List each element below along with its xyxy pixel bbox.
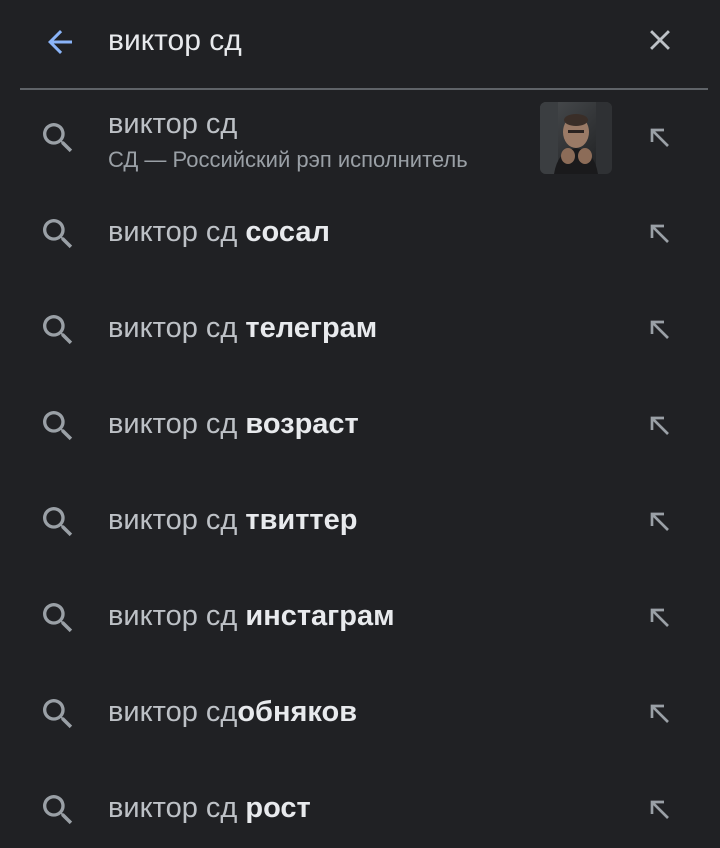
suggestion-list: виктор сд СД — Российский рэп исполнител…	[0, 90, 720, 848]
suggestion-text: виктор сд твиттер	[108, 500, 357, 540]
suggestion-completion: инстаграм	[245, 600, 395, 632]
suggestion-item[interactable]: виктор сд рост	[0, 762, 720, 848]
suggestion-query: виктор сд	[108, 216, 246, 248]
fill-query-button[interactable]	[640, 118, 680, 158]
suggestion-text: виктор сд телеграм	[108, 308, 377, 348]
suggestion-item[interactable]: виктор сд инстаграм	[0, 570, 720, 666]
arrow-up-left-icon	[650, 512, 669, 531]
arrow-up-left-icon	[650, 704, 669, 723]
search-icon	[43, 219, 73, 249]
suggestion-item[interactable]: виктор сд СД — Российский рэп исполнител…	[0, 90, 720, 186]
entity-thumbnail	[540, 102, 612, 174]
suggestion-query: виктор сд	[108, 312, 246, 344]
suggestion-text: виктор сд возраст	[108, 404, 359, 444]
search-icon	[43, 699, 73, 729]
suggestion-completion: обняков	[237, 696, 358, 728]
clear-button[interactable]	[638, 18, 682, 62]
suggestion-item[interactable]: виктор сд телеграм	[0, 282, 720, 378]
search-icon	[43, 123, 73, 153]
fill-query-button[interactable]	[640, 790, 680, 830]
suggestion-query: виктор сд	[108, 408, 246, 440]
suggestion-query: виктор сд	[108, 504, 246, 536]
fill-query-button[interactable]	[640, 310, 680, 350]
search-icon	[43, 315, 73, 345]
suggestion-completion: твиттер	[245, 504, 358, 536]
arrow-up-left-icon	[650, 608, 669, 627]
suggestion-completion: телеграм	[245, 312, 378, 344]
back-button[interactable]	[38, 20, 82, 64]
suggestion-completion: сосал	[245, 216, 330, 248]
suggestion-text: виктор сд сосал	[108, 212, 330, 252]
arrow-up-left-icon	[650, 800, 669, 819]
fill-query-button[interactable]	[640, 406, 680, 446]
search-icon	[43, 507, 73, 537]
search-icon	[43, 795, 73, 825]
suggestion-text: виктор сд инстаграм	[108, 596, 395, 636]
suggestion-completion: возраст	[245, 408, 359, 440]
search-bar	[0, 0, 720, 88]
search-icon	[43, 603, 73, 633]
suggestion-subtitle: СД — Российский рэп исполнитель	[108, 147, 468, 172]
fill-query-button[interactable]	[640, 598, 680, 638]
suggestion-text: виктор сд	[108, 104, 237, 144]
fill-query-button[interactable]	[640, 502, 680, 542]
arrow-up-left-icon	[650, 416, 669, 435]
search-suggestions-screen: виктор сд СД — Российский рэп исполнител…	[0, 0, 720, 848]
arrow-up-left-icon	[650, 224, 669, 243]
fill-query-button[interactable]	[640, 694, 680, 734]
suggestion-text: виктор сд рост	[108, 788, 311, 828]
suggestion-query: виктор сд	[108, 600, 246, 632]
search-icon	[43, 411, 73, 441]
close-icon	[650, 30, 670, 50]
suggestion-item[interactable]: виктор сд твиттер	[0, 474, 720, 570]
search-input[interactable]	[108, 18, 608, 64]
suggestion-query: виктор сд	[108, 696, 238, 728]
suggestion-query: виктор сд	[108, 792, 246, 824]
arrow-left-icon	[48, 30, 72, 54]
suggestion-item[interactable]: виктор сд сосал	[0, 186, 720, 282]
arrow-up-left-icon	[650, 128, 669, 147]
arrow-up-left-icon	[650, 320, 669, 339]
person-photo	[540, 102, 612, 174]
suggestion-item[interactable]: виктор сд возраст	[0, 378, 720, 474]
suggestion-item[interactable]: виктор сдобняков	[0, 666, 720, 762]
fill-query-button[interactable]	[640, 214, 680, 254]
suggestion-query: виктор сд	[108, 108, 238, 140]
suggestion-completion: рост	[245, 792, 311, 824]
suggestion-text: виктор сдобняков	[108, 692, 357, 732]
